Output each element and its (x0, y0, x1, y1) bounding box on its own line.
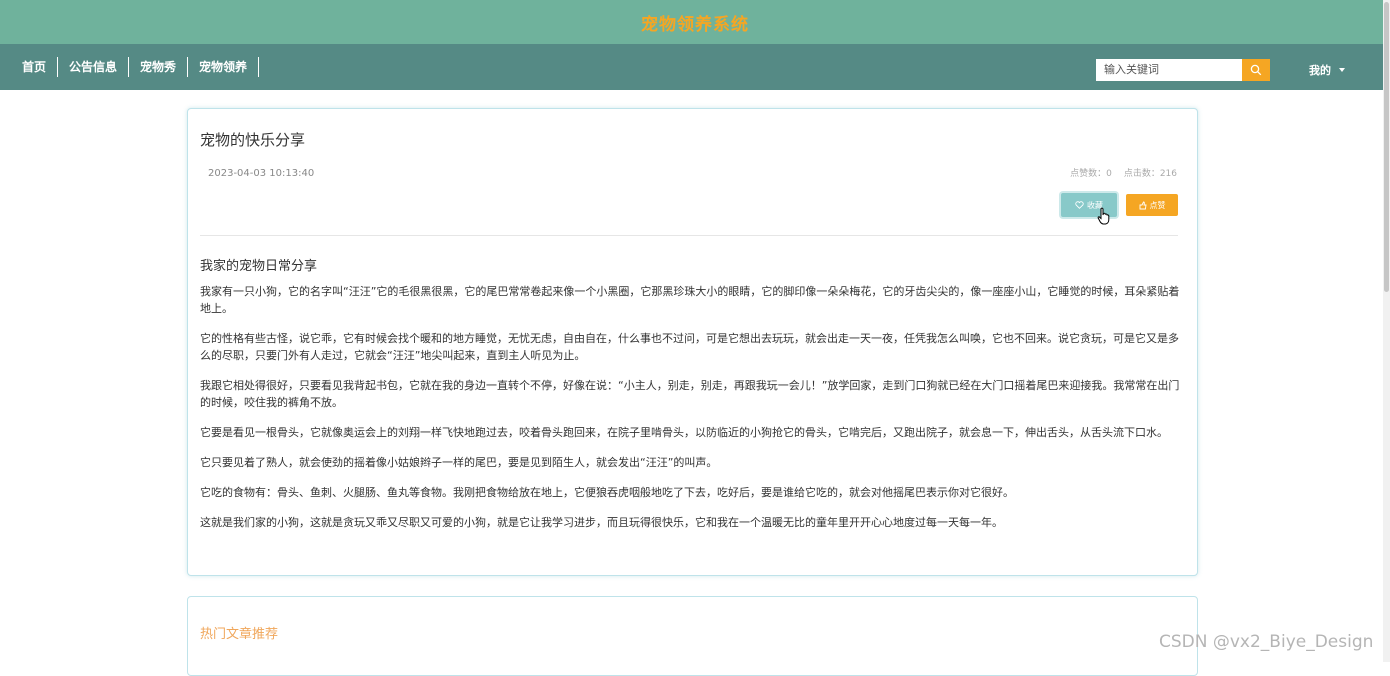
scrollbar-thumb[interactable] (1384, 2, 1389, 292)
hand-cursor-icon (1097, 207, 1110, 225)
like-button-label: 点赞 (1149, 200, 1166, 210)
article-title: 宠物的快乐分享 (200, 131, 306, 149)
nav-item-pet-show[interactable]: 宠物秀 (129, 57, 189, 77)
article-paragraph: 它吃的食物有：骨头、鱼刺、火腿肠、鱼丸等食物。我刚把食物给放在地上，它便狼吞虎咽… (200, 486, 1014, 499)
article-content: 我家有一只小狗，它的名字叫“汪汪”它的毛很黑很黑，它的尾巴常常卷起来像一个小黑圈… (200, 283, 1186, 544)
recommend-title: 热门文章推荐 (200, 627, 279, 642)
clicks-count: 点击数：216 (1123, 169, 1177, 179)
article-date: 2023-04-03 10:13:40 (208, 168, 315, 179)
top-header: 宠物领养系统 (0, 0, 1390, 44)
heart-icon (1075, 201, 1084, 209)
search-button[interactable] (1242, 59, 1270, 81)
article-paragraph: 它的性格有些古怪，说它乖，它有时候会找个暖和的地方睡觉，无忧无虑，自由自在，什么… (200, 332, 1179, 362)
article-paragraph: 它要是看见一根骨头，它就像奥运会上的刘翔一样飞快地跑过去，咬着骨头跑回来，在院子… (200, 426, 1168, 439)
article-paragraph: 我跟它相处得很好，只要看见我背起书包，它就在我的身边一直转个不停，好像在说：“小… (200, 379, 1180, 409)
likes-count: 点赞数：0 (1070, 169, 1112, 179)
nav-item-home[interactable]: 首页 (11, 57, 59, 77)
chevron-down-icon (1339, 68, 1345, 72)
nav-list: 首页 公告信息 宠物秀 宠物领养 (11, 57, 260, 77)
nav-item-announcements[interactable]: 公告信息 (58, 57, 130, 77)
site-title: 宠物领养系统 (641, 14, 749, 35)
user-menu[interactable]: 我的 (1309, 62, 1345, 78)
article-paragraph: 它只要见着了熟人，就会使劲的摇着像小姑娘辫子一样的尾巴，要是见到陌生人，就会发出… (200, 456, 718, 469)
recommend-card: 热门文章推荐 (187, 596, 1198, 676)
search-input[interactable] (1096, 59, 1242, 81)
article-paragraph: 我家有一只小狗，它的名字叫“汪汪”它的毛很黑很黑，它的尾巴常常卷起来像一个小黑圈… (200, 285, 1180, 315)
article-subheading: 我家的宠物日常分享 (200, 259, 318, 274)
article-paragraph: 这就是我们家的小狗，这就是贪玩又乖又尽职又可爱的小狗，就是它让我学习进步，而且玩… (200, 516, 1003, 529)
like-button[interactable]: 点赞 (1126, 194, 1178, 216)
watermark: CSDN @vx2_Biye_Design (1159, 632, 1374, 652)
article-card: 宠物的快乐分享 2023-04-03 10:13:40 点赞数：0 点击数：21… (187, 108, 1198, 576)
article-stats: 点赞数：0 点击数：216 (1070, 166, 1177, 179)
article-divider (200, 235, 1178, 236)
thumbs-up-icon (1139, 201, 1147, 209)
user-menu-label: 我的 (1309, 64, 1331, 77)
search-icon (1250, 64, 1262, 76)
nav-item-pet-adoption[interactable]: 宠物领养 (188, 57, 260, 77)
